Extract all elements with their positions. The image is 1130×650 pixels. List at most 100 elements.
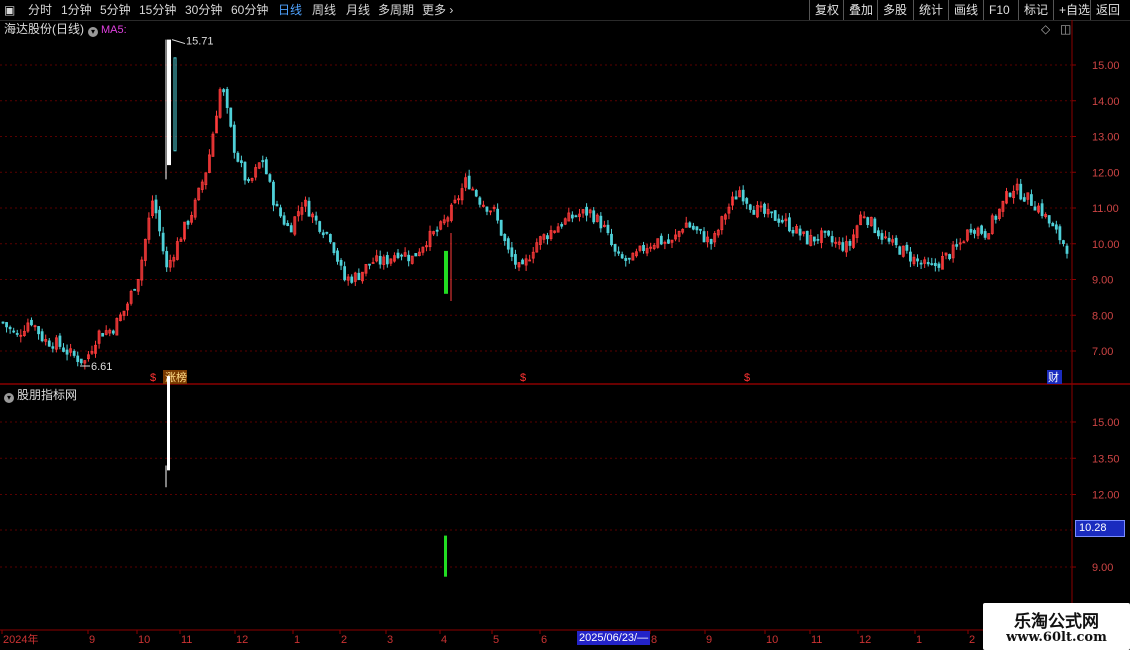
candle-body <box>613 244 617 252</box>
candle-body <box>980 225 983 234</box>
candle-body <box>1054 224 1058 230</box>
candle-body <box>546 235 549 240</box>
x-axis-label: 10 <box>138 634 150 646</box>
candle-body <box>264 159 268 175</box>
candle-body <box>955 244 959 247</box>
candle-body <box>983 231 987 238</box>
candle-body <box>1040 203 1044 217</box>
candle-body <box>8 326 12 330</box>
candle-body <box>47 340 51 347</box>
candle-body <box>905 244 909 251</box>
candle-body <box>222 89 226 93</box>
candle-body <box>289 225 293 233</box>
main-y-tick-label: 14.00 <box>1092 96 1120 108</box>
candle-body <box>876 230 880 237</box>
x-axis-label: 1 <box>294 634 300 646</box>
x-axis-label: 8 <box>651 634 657 646</box>
candle-body <box>1047 215 1051 224</box>
main-y-tick-label: 15.00 <box>1092 60 1120 72</box>
candle-body <box>752 209 756 215</box>
candle-body <box>521 259 524 265</box>
candle-body <box>1022 197 1026 202</box>
main-y-tick-label: 10.00 <box>1092 239 1120 251</box>
x-axis-label: 2 <box>969 634 975 646</box>
candle-body <box>699 228 702 231</box>
candle-body <box>79 358 83 364</box>
candle-body <box>926 262 930 265</box>
candle-body <box>368 263 371 266</box>
candle-body <box>827 230 830 236</box>
candle-body <box>620 254 624 259</box>
candle-body <box>691 225 695 230</box>
sub-spike-bar <box>167 376 170 471</box>
candle-body <box>307 200 311 217</box>
main-y-tick-label: 9.00 <box>1092 275 1113 287</box>
high-pointer <box>171 39 186 45</box>
candle-body <box>898 246 902 255</box>
candle-body <box>282 215 286 225</box>
candle-body <box>272 181 275 206</box>
candle-body <box>499 219 503 236</box>
main-y-tick-label: 12.00 <box>1092 167 1120 179</box>
candle-body <box>275 203 279 207</box>
candle-body <box>788 217 791 232</box>
candle-body <box>336 250 339 262</box>
x-axis-label: 5 <box>493 634 499 646</box>
candle-body <box>15 333 19 335</box>
candle-body <box>798 228 802 236</box>
candle-body <box>763 203 766 214</box>
candle-body <box>770 211 774 214</box>
kline-chart[interactable]: 15.00 14.00 13.00 12.00 11.00 10.00 9.00 8.00 7.… <box>0 0 1130 650</box>
candle-body <box>514 254 517 265</box>
cursor-date-tag: 2025/06/23/— <box>577 631 651 645</box>
candle-body <box>314 215 318 221</box>
candle-body <box>667 239 670 244</box>
x-axis-label: 2024年 <box>3 632 38 646</box>
candle-body <box>286 223 290 226</box>
candle-body <box>702 231 706 243</box>
candle-body <box>973 230 976 234</box>
candle-body <box>709 238 713 245</box>
candle-body <box>485 206 489 212</box>
candle-body <box>101 333 105 337</box>
candle-body <box>695 226 699 231</box>
candle-body <box>610 233 613 246</box>
candle-body <box>873 218 877 234</box>
event-badge: 财 <box>1048 370 1059 384</box>
candle-body <box>58 335 62 347</box>
candle-body <box>866 217 870 225</box>
candle-body <box>133 288 137 291</box>
candle-body <box>5 322 8 328</box>
candle-body <box>948 254 951 260</box>
main-y-tick-label: 8.00 <box>1092 310 1113 322</box>
candle-body <box>627 257 631 260</box>
candle-body <box>848 240 852 246</box>
candle-body <box>72 350 76 356</box>
candle-body <box>261 160 265 163</box>
candle-body <box>791 230 795 234</box>
event-dollar: $ <box>744 372 750 384</box>
candle-body <box>65 349 69 355</box>
sub-limit-bar <box>444 535 447 577</box>
candle-body <box>1008 192 1012 197</box>
candle-body <box>617 251 621 254</box>
candle-body <box>357 272 361 281</box>
candle-body <box>232 124 236 153</box>
candle-body <box>318 221 322 232</box>
spike-candle <box>167 39 171 166</box>
x-axis-label: 4 <box>441 634 447 646</box>
candle-body <box>592 210 596 223</box>
watermark-title: 乐淘公式网 <box>1014 612 1099 632</box>
candle-body <box>343 266 347 281</box>
x-axis-label: 11 <box>811 634 822 646</box>
candle-body <box>570 214 574 219</box>
candle-body <box>236 152 240 162</box>
candle-body <box>247 179 250 182</box>
candle-body <box>1062 240 1065 245</box>
candle-body <box>919 262 923 265</box>
candle-body <box>830 236 834 243</box>
candle-body <box>734 196 738 200</box>
candle-body <box>467 175 471 190</box>
main-y-tick-label: 7.00 <box>1092 346 1113 358</box>
candle-body <box>414 253 418 257</box>
